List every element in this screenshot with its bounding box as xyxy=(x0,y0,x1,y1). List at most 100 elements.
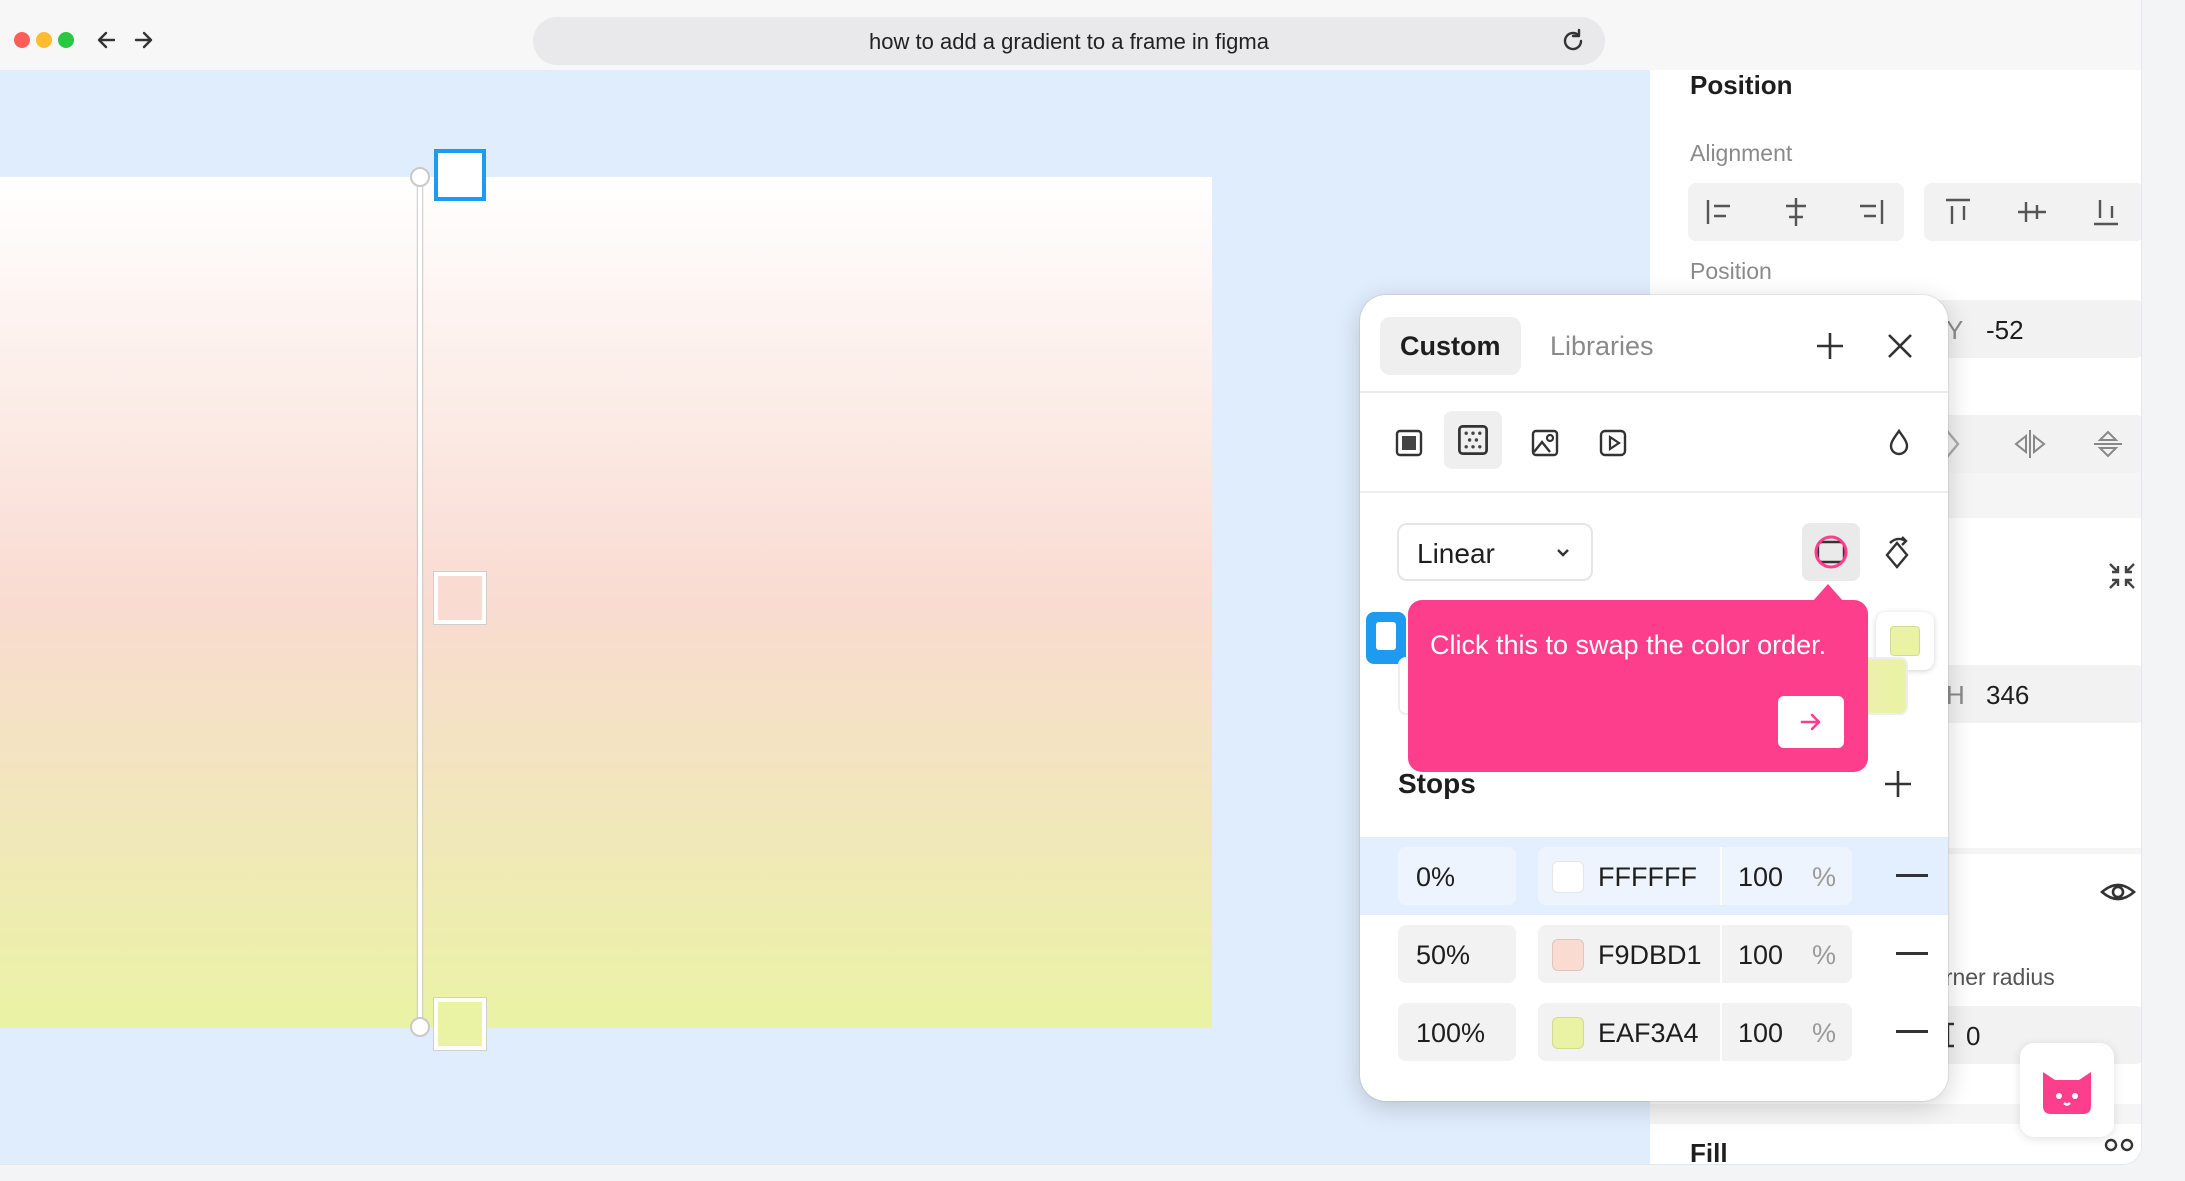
stop-opacity: 100 xyxy=(1738,940,1784,970)
stop-opacity-unit: % xyxy=(1812,862,1837,892)
remove-stop-button[interactable] xyxy=(1896,874,1928,877)
close-icon[interactable] xyxy=(1882,328,1918,364)
gradient-handle-line[interactable] xyxy=(418,177,422,1027)
align-vertical-group xyxy=(1924,183,2141,241)
assistant-button[interactable] xyxy=(2020,1043,2114,1137)
stop-marker-left[interactable] xyxy=(1366,612,1406,664)
corner-radius-value: 0 xyxy=(1966,1021,1981,1051)
gradient-start-knob[interactable] xyxy=(410,167,430,187)
address-bar[interactable]: how to add a gradient to a frame in figm… xyxy=(533,17,1605,65)
gradient-fill-icon xyxy=(1458,425,1488,455)
stop-row[interactable]: 50% F9DBD1 100 % xyxy=(1360,915,1948,993)
drop-icon xyxy=(1889,428,1909,456)
gradient-end-knob[interactable] xyxy=(410,1017,430,1037)
flip-vertical-icon[interactable] xyxy=(2088,424,2128,464)
url-text: how to add a gradient to a frame in figm… xyxy=(869,29,1269,54)
add-stop-icon[interactable] xyxy=(1881,767,1915,801)
tooltip-next-button[interactable] xyxy=(1778,696,1844,748)
solid-fill-button[interactable] xyxy=(1384,417,1432,469)
align-horizontal-group xyxy=(1688,183,1904,241)
stop-row[interactable]: 100% EAF3A4 100 % xyxy=(1360,993,1948,1071)
eye-icon[interactable] xyxy=(2098,872,2138,912)
style-grid-icon[interactable] xyxy=(2102,1136,2136,1164)
position-label: Position xyxy=(1690,258,1772,284)
reload-icon[interactable] xyxy=(1559,27,1587,55)
close-window-button[interactable] xyxy=(14,32,30,48)
swap-colors-button[interactable] xyxy=(1802,523,1860,581)
field-divider xyxy=(1720,925,1722,983)
stop-opacity: 100 xyxy=(1738,862,1784,892)
gradient-type-value: Linear xyxy=(1417,538,1495,569)
stop-opacity: 100 xyxy=(1738,1018,1784,1048)
gradient-stop-0[interactable] xyxy=(434,149,486,201)
stop-color-field[interactable]: EAF3A4 100 % xyxy=(1538,1003,1852,1061)
stop-swatch[interactable] xyxy=(1552,1017,1584,1049)
stop-position: 50% xyxy=(1416,940,1471,970)
stop-swatch[interactable] xyxy=(1552,861,1584,893)
align-left-icon[interactable] xyxy=(1700,192,1740,232)
stop-swatch[interactable] xyxy=(1552,939,1584,971)
swap-icon xyxy=(1814,535,1848,569)
back-arrow-icon[interactable] xyxy=(92,22,122,58)
tutorial-tooltip: Click this to swap the color order. xyxy=(1408,600,1868,772)
stop-opacity-unit: % xyxy=(1812,1018,1837,1048)
stop-position-field[interactable]: 100% xyxy=(1398,1003,1516,1061)
align-center-h-icon[interactable] xyxy=(1776,192,1816,232)
forward-arrow-icon[interactable] xyxy=(128,22,158,58)
add-icon[interactable] xyxy=(1812,328,1848,364)
tab-custom[interactable]: Custom xyxy=(1380,317,1521,375)
remove-stop-button[interactable] xyxy=(1896,952,1928,955)
fill-title: Fill xyxy=(1690,1138,1728,1164)
position-title: Position xyxy=(1690,70,1793,100)
h-label: H xyxy=(1946,680,1965,710)
gradient-fill-button[interactable] xyxy=(1444,411,1502,469)
stop-position-field[interactable]: 50% xyxy=(1398,925,1516,983)
tab-libraries[interactable]: Libraries xyxy=(1530,317,1674,375)
gradient-stop-100[interactable] xyxy=(434,998,486,1050)
h-field[interactable]: H 346 xyxy=(1930,665,2141,723)
stop-hex: FFFFFF xyxy=(1598,862,1697,892)
transform-group xyxy=(1930,415,2141,473)
stop-color-field[interactable]: FFFFFF 100 % xyxy=(1538,847,1852,905)
image-fill-button[interactable] xyxy=(1520,417,1568,469)
rotate-gradient-button[interactable] xyxy=(1874,523,1922,581)
y-label: Y xyxy=(1946,315,1964,345)
stop-hex: EAF3A4 xyxy=(1598,1018,1699,1048)
stop-color-field[interactable]: F9DBD1 100 % xyxy=(1538,925,1852,983)
alignment-label: Alignment xyxy=(1690,140,1793,166)
gradient-frame[interactable] xyxy=(0,177,1212,1028)
stop-row[interactable]: 0% FFFFFF 100 % xyxy=(1360,837,1948,915)
align-top-icon[interactable] xyxy=(1938,192,1978,232)
arrow-right-icon xyxy=(1800,713,1821,731)
y-value: -52 xyxy=(1986,315,2024,345)
browser-window: how to add a gradient to a frame in figm… xyxy=(0,0,2141,1164)
stop-position-field[interactable]: 0% xyxy=(1398,847,1516,905)
field-divider xyxy=(1720,1003,1722,1061)
align-right-icon[interactable] xyxy=(1850,192,1890,232)
flip-horizontal-icon[interactable] xyxy=(2010,424,2050,464)
solid-fill-icon xyxy=(1395,429,1423,457)
stop-position: 100% xyxy=(1416,1018,1486,1048)
y-field[interactable]: Y -52 xyxy=(1930,300,2141,358)
stop-position: 0% xyxy=(1416,862,1456,892)
minimize-window-button[interactable] xyxy=(36,32,52,48)
corner-radius-label: orner radius xyxy=(1932,964,2055,990)
field-divider xyxy=(1720,847,1722,905)
video-fill-button[interactable] xyxy=(1588,417,1636,469)
gradient-stop-50[interactable] xyxy=(434,572,486,624)
align-middle-v-icon[interactable] xyxy=(2012,192,2052,232)
blend-mode-button[interactable] xyxy=(1874,417,1922,469)
chevron-down-icon xyxy=(1557,549,1569,557)
stops-title: Stops xyxy=(1398,768,1476,799)
cat-logo-icon xyxy=(2043,1072,2091,1114)
remove-stop-button[interactable] xyxy=(1896,1030,1928,1033)
h-value: 346 xyxy=(1986,680,2030,710)
collapse-icon[interactable] xyxy=(2102,556,2141,596)
browser-toolbar: how to add a gradient to a frame in figm… xyxy=(0,0,2141,71)
maximize-window-button[interactable] xyxy=(58,32,74,48)
gradient-type-select[interactable]: Linear xyxy=(1397,523,1593,581)
divider xyxy=(1360,391,1948,393)
tooltip-text: Click this to swap the color order. xyxy=(1430,630,1827,660)
divider xyxy=(1360,491,1948,493)
align-bottom-icon[interactable] xyxy=(2086,192,2126,232)
